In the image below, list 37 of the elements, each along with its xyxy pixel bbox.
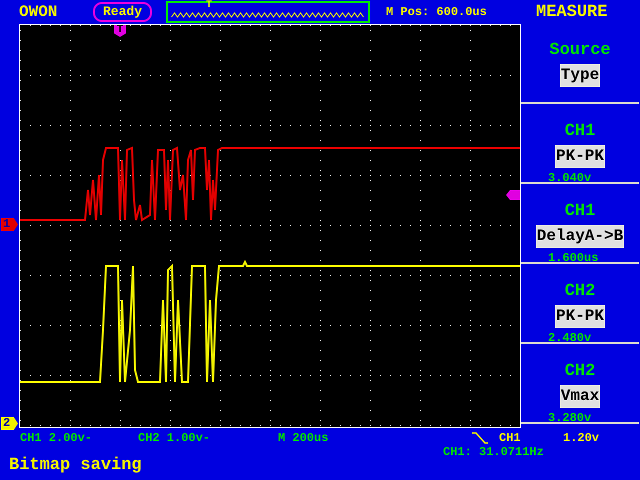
zigzag-icon [171, 12, 366, 18]
slot-title: CH2 [564, 362, 596, 382]
ch1-scale: CH1 2.00v- [20, 431, 94, 445]
slot-value: Vmax [560, 385, 600, 408]
trigger-level-icon [506, 190, 520, 200]
trigger-level: 1.20v [563, 431, 600, 445]
position-readout: M Pos: 600.0us [386, 5, 488, 19]
trigger-marker: T [114, 25, 126, 37]
slot-title: Source [549, 41, 611, 61]
slot-title: CH2 [564, 282, 596, 302]
measure-slot[interactable]: CH2 PK-PK 2.480v [521, 264, 639, 344]
slot-reading: 1.600us [548, 251, 598, 265]
slot-value: PK-PK [554, 305, 605, 328]
slot-value: Type [560, 64, 600, 87]
timebase: M 200us [278, 431, 330, 445]
measure-slot[interactable]: CH1 PK-PK 3.040v [521, 104, 639, 184]
measure-slot[interactable]: CH1 DelayA->B 1.600us [521, 184, 639, 264]
status-indicator: Ready [93, 2, 152, 22]
slot-title: CH1 [564, 122, 596, 142]
ch2-scale: CH2 1.00v- [138, 431, 212, 445]
falling-edge-icon [471, 432, 489, 444]
slot-reading: 2.480v [548, 331, 592, 345]
slot-reading: 3.280v [548, 411, 592, 425]
measure-slot[interactable]: Source Type [521, 24, 639, 104]
frequency-readout: CH1: 31.0711Hz [443, 445, 544, 459]
trigger-source: CH1 [499, 431, 522, 445]
slot-reading: 3.040v [548, 171, 592, 185]
status-message: Bitmap saving [9, 456, 143, 475]
channel-marker: 2 [1, 417, 18, 430]
measure-slot[interactable]: CH2 Vmax 3.280v [521, 344, 639, 424]
slot-title: CH1 [564, 202, 596, 222]
brand-logo: OWON [19, 3, 58, 21]
menu-title: MEASURE [536, 2, 608, 22]
channel-marker: 1 [1, 218, 18, 231]
slot-value: PK-PK [554, 145, 605, 168]
slot-value: DelayA->B [536, 225, 624, 248]
trigger-marker: T [206, 1, 212, 11]
